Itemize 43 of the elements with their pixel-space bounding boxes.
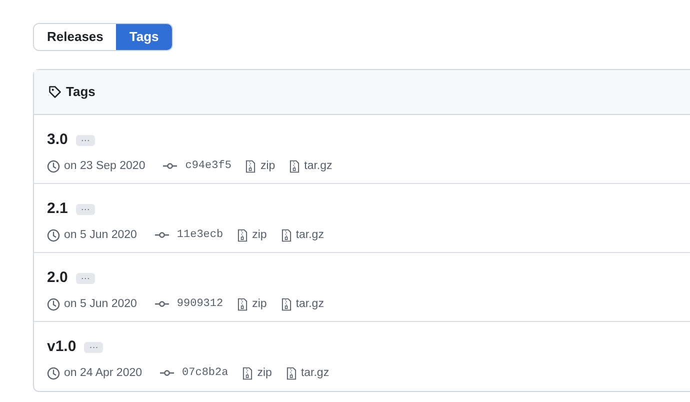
commit-hash-link[interactable]: c94e3f5 <box>185 158 232 174</box>
more-button[interactable]: ··· <box>84 342 104 353</box>
download-link[interactable]: zip <box>252 226 267 244</box>
more-button[interactable]: ··· <box>76 272 95 284</box>
commit-icon <box>154 231 169 240</box>
download-link[interactable]: zip <box>260 158 276 175</box>
commit-icon <box>154 300 169 308</box>
commit-hash-link[interactable]: 9909312 <box>176 296 224 312</box>
tag-date: on 5 Jun 2020 <box>64 296 137 312</box>
zip-file-icon <box>280 228 292 242</box>
download-link[interactable]: tar.gz <box>296 226 324 244</box>
tag-date: on 5 Jun 2020 <box>64 228 137 242</box>
commit-hash-link[interactable]: 07c8b2a <box>182 364 228 382</box>
more-button[interactable]: ··· <box>76 134 95 146</box>
zip-file-icon <box>280 298 292 311</box>
tag-date: on 24 Apr 2020 <box>64 366 142 380</box>
zip-file-icon <box>245 160 256 173</box>
zip-file-icon <box>289 160 300 173</box>
commit-icon <box>160 369 174 378</box>
tag-icon <box>48 85 62 99</box>
tag-name-link[interactable]: 3.0 <box>47 129 68 152</box>
clock-icon <box>47 160 60 173</box>
download-link[interactable]: zip <box>252 296 267 313</box>
zip-file-icon <box>286 366 297 380</box>
download-link[interactable]: zip <box>257 364 272 382</box>
zip-file-icon <box>237 228 248 242</box>
tag-name-link[interactable]: v1.0 <box>47 336 76 358</box>
tab[interactable]: Tags <box>116 24 172 50</box>
panel-title: Tags <box>66 83 96 102</box>
zip-file-icon <box>237 298 248 311</box>
tag-name-link[interactable]: 2.1 <box>47 198 68 220</box>
tag-name-link[interactable]: 2.0 <box>47 267 68 290</box>
download-link[interactable]: tar.gz <box>300 364 330 382</box>
clock-icon <box>47 366 60 380</box>
commit-icon <box>163 162 178 170</box>
zip-file-icon <box>242 366 254 380</box>
commit-hash-link[interactable]: 11e3ecb <box>176 226 224 244</box>
tag-date: on 23 Sep 2020 <box>64 158 146 174</box>
clock-icon <box>47 298 60 311</box>
clock-icon <box>47 228 60 242</box>
more-button[interactable]: ··· <box>76 204 95 215</box>
download-link[interactable]: tar.gz <box>304 158 332 175</box>
download-link[interactable]: tar.gz <box>296 296 324 313</box>
